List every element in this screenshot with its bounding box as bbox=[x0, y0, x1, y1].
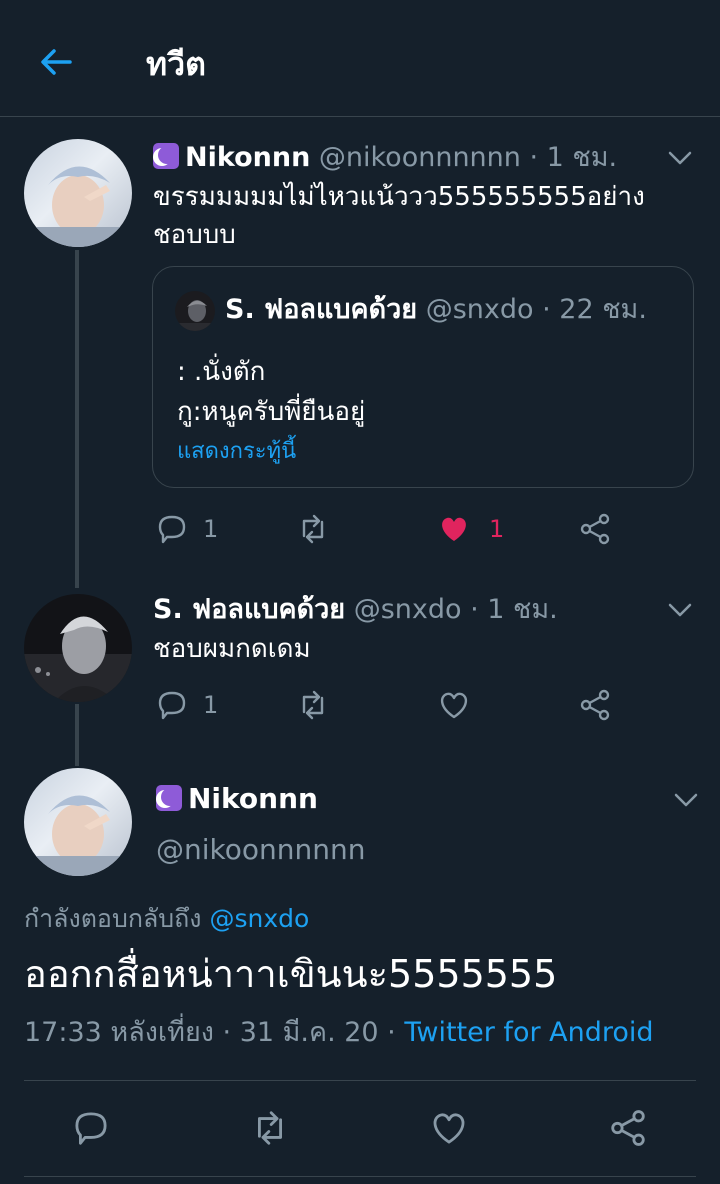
reply-button[interactable] bbox=[71, 1108, 111, 1148]
replying-to: กำลังตอบกลับถึง @snxdo bbox=[24, 902, 309, 936]
share-button[interactable] bbox=[578, 512, 612, 546]
retweet-icon bbox=[258, 1111, 282, 1145]
tweet-text: ขรรมมมมมไม่ไหวแน้ววว555555555อย่าง bbox=[153, 182, 645, 212]
author-name[interactable]: Nikonnn bbox=[188, 782, 318, 815]
like-button[interactable] bbox=[437, 688, 471, 722]
avatar-photo bbox=[24, 166, 132, 247]
avatar[interactable] bbox=[24, 139, 132, 247]
quote-author-meta: @snxdo · 22 ชม. bbox=[425, 294, 647, 325]
share-button[interactable] bbox=[608, 1108, 648, 1148]
share-icon bbox=[580, 689, 610, 721]
avatar[interactable] bbox=[24, 594, 132, 702]
author-meta: @snxdo · 1 ชม. bbox=[353, 594, 558, 625]
divider bbox=[24, 1176, 696, 1177]
thread-connector bbox=[75, 704, 79, 766]
retweet-button[interactable] bbox=[250, 1108, 290, 1148]
quoted-tweet-card[interactable]: S. ฟอลแบคด้วย @snxdo · 22 ชม. : .นั่งตัก… bbox=[152, 266, 694, 488]
moon-emoji-icon bbox=[156, 785, 182, 811]
avatar-photo bbox=[24, 616, 132, 702]
quote-avatar-photo bbox=[175, 300, 215, 331]
chevron-down-icon[interactable] bbox=[666, 596, 694, 624]
chevron-down-icon[interactable] bbox=[666, 144, 694, 172]
page-title: ทวีต bbox=[146, 45, 206, 83]
heart-icon bbox=[433, 1113, 465, 1144]
replying-prefix: กำลังตอบกลับถึง bbox=[24, 904, 202, 933]
quote-avatar bbox=[175, 291, 215, 331]
retweet-button[interactable] bbox=[296, 688, 330, 722]
author-name[interactable]: S. ฟอลแบคด้วย bbox=[153, 594, 345, 625]
like-count: 1 bbox=[489, 515, 505, 543]
main-tweet-text: ออกกสื่อหน่าาาเขินนะ5555555 bbox=[24, 952, 558, 996]
reply-button[interactable]: 1 bbox=[155, 512, 218, 546]
avatar-photo bbox=[24, 795, 132, 876]
quote-author-name: S. ฟอลแบคด้วย bbox=[225, 294, 418, 325]
reply-icon bbox=[75, 1112, 107, 1145]
quote-text: : .นั่งตัก bbox=[177, 357, 266, 387]
top-bar: ทวีต bbox=[0, 0, 720, 117]
share-button[interactable] bbox=[578, 688, 612, 722]
author-name[interactable]: Nikonnn bbox=[185, 142, 310, 173]
like-button[interactable] bbox=[429, 1108, 469, 1148]
thread-connector bbox=[75, 250, 79, 588]
show-thread-link[interactable]: แสดงกระทู้นี้ bbox=[177, 437, 296, 467]
reply-icon bbox=[158, 691, 186, 720]
tweet-text: ชอบบบ bbox=[153, 220, 236, 250]
author-meta: @nikoonnnnnn · 1 ชม. bbox=[318, 142, 618, 173]
heart-filled-icon bbox=[442, 517, 466, 541]
heart-icon bbox=[440, 692, 468, 719]
reply-icon bbox=[158, 515, 186, 544]
retweet-icon bbox=[302, 690, 324, 720]
timestamp: 17:33 หลังเที่ยง · 31 มี.ค. 20 · bbox=[24, 1017, 396, 1048]
quote-text: กู:หนูครับพี่ยืนอยู่ bbox=[177, 397, 366, 427]
share-icon bbox=[580, 513, 610, 545]
like-button[interactable]: 1 bbox=[437, 512, 504, 546]
reply-count: 1 bbox=[203, 515, 219, 543]
replying-to-handle[interactable]: @snxdo bbox=[209, 904, 309, 933]
tweet-timestamp-row: 17:33 หลังเที่ยง · 31 มี.ค. 20 · Twitter… bbox=[24, 1014, 654, 1052]
retweet-icon bbox=[302, 514, 324, 544]
share-icon bbox=[611, 1110, 645, 1146]
divider bbox=[24, 1080, 696, 1081]
tweet-text: ชอบผมกดเดม bbox=[153, 634, 311, 664]
tweet-source-link[interactable]: Twitter for Android bbox=[404, 1017, 653, 1048]
retweet-button[interactable] bbox=[296, 512, 330, 546]
moon-emoji-icon bbox=[153, 143, 179, 169]
reply-count: 1 bbox=[203, 691, 219, 719]
chevron-down-icon[interactable] bbox=[672, 786, 700, 814]
avatar[interactable] bbox=[24, 768, 132, 876]
back-arrow-icon[interactable] bbox=[36, 42, 76, 82]
reply-button[interactable]: 1 bbox=[155, 688, 218, 722]
author-handle[interactable]: @nikoonnnnnn bbox=[156, 832, 365, 868]
